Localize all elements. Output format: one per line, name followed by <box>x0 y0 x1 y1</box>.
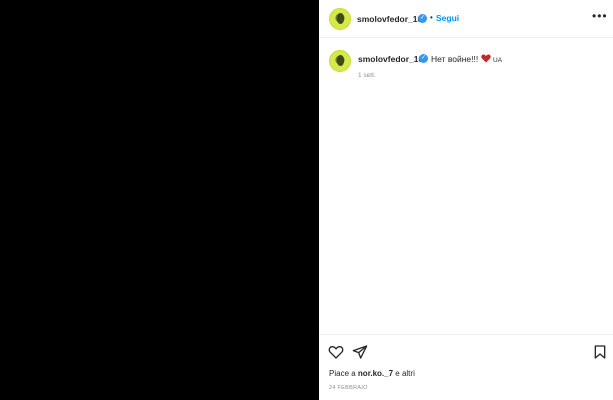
post-media[interactable] <box>0 0 319 400</box>
caption-text: Нет войне!!! UA <box>431 54 502 64</box>
red-heart-emoji-icon <box>480 54 491 63</box>
verified-badge-icon: ✓ <box>418 14 427 23</box>
likes-suffix[interactable]: e altri <box>395 369 415 378</box>
caption-avatar[interactable] <box>329 50 351 72</box>
post-date: 24 FEBBRAIO <box>329 385 368 391</box>
like-heart-icon[interactable] <box>328 344 344 360</box>
caption-message: Нет войне!!! <box>431 54 479 64</box>
post-actions: Piace a nor.ko._7 e altri 24 FEBBRAIO <box>319 334 613 400</box>
likes-prefix: Piace a <box>329 369 356 378</box>
follow-button[interactable]: Segui <box>436 13 459 23</box>
caption-timestamp: 1 sett. <box>358 72 376 79</box>
post-details-panel: smolovfedor_10 ✓ • Segui ••• smolovfedor… <box>319 0 613 400</box>
liked-by-user-link[interactable]: nor.ko._7 <box>358 369 393 378</box>
save-bookmark-icon[interactable] <box>592 344 608 360</box>
post-header: smolovfedor_10 ✓ • Segui ••• <box>319 0 613 38</box>
caption-username[interactable]: smolovfedor_10 <box>358 54 423 64</box>
likes-summary: Piace a nor.ko._7 e altri <box>329 369 415 378</box>
more-options-icon[interactable]: ••• <box>592 9 608 23</box>
caption-verified-badge-icon: ✓ <box>419 54 428 63</box>
separator-dot: • <box>430 13 433 22</box>
caption-flag: UA <box>493 57 503 64</box>
share-paper-plane-icon[interactable] <box>352 344 368 360</box>
author-username[interactable]: smolovfedor_10 <box>357 14 422 24</box>
author-avatar[interactable] <box>329 8 351 30</box>
